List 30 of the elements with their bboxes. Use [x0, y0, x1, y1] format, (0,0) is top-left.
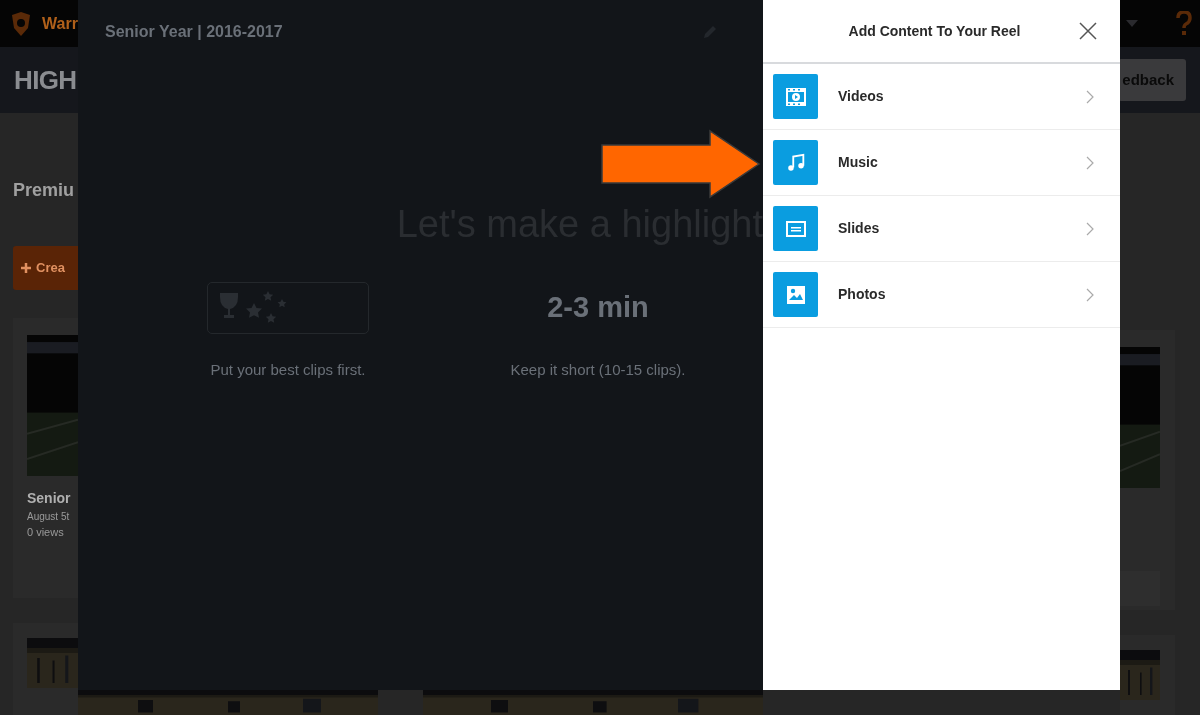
film-icon [773, 74, 818, 119]
card-date: August 5t [27, 510, 71, 524]
image-icon [773, 272, 818, 317]
content-option[interactable]: Photos [763, 262, 1120, 328]
shield-logo-icon [10, 11, 32, 36]
duration-label: 2-3 min [547, 290, 649, 326]
chevron-right-icon [1086, 155, 1094, 170]
card-title: Senior [27, 489, 72, 508]
music-note-icon [773, 140, 818, 185]
caret-icon [1126, 20, 1138, 27]
close-button[interactable] [1078, 21, 1098, 41]
brand-name: Warr [42, 13, 78, 34]
tip-caption: Keep it short (10-15 clips). [510, 360, 686, 380]
chevron-right-icon [1086, 221, 1094, 236]
slide-icon [773, 206, 818, 251]
panel-title: Add Content To Your Reel [847, 21, 1022, 41]
section-title: Premiu [13, 179, 76, 202]
help-icon[interactable] [1176, 10, 1192, 37]
create-button[interactable]: Crea [13, 246, 78, 290]
trophy-stars-icon [207, 282, 369, 334]
content-option[interactable]: Videos [763, 64, 1120, 130]
chevron-right-icon [1086, 89, 1094, 104]
plus-icon [21, 263, 31, 273]
reel-title: Senior Year | 2016-2017 [105, 22, 283, 42]
content-option[interactable]: Slides [763, 196, 1120, 262]
tip-caption: Put your best clips first. [210, 360, 366, 380]
chevron-right-icon [1086, 287, 1094, 302]
content-option[interactable]: Music [763, 130, 1120, 196]
page-title: HIGH [14, 63, 77, 97]
card-views: 0 views [27, 525, 65, 540]
